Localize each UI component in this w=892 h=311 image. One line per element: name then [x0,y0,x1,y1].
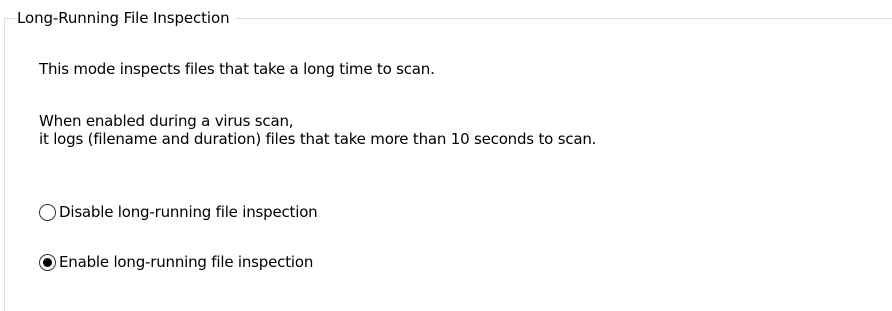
radio-button-checked[interactable] [39,253,56,271]
radio-button-unchecked[interactable] [39,203,56,221]
disable-inspection-label[interactable]: Disable long-running file inspection [59,203,318,221]
enable-inspection-label[interactable]: Enable long-running file inspection [59,253,313,271]
description-logs-text: it logs (filename and duration) files th… [39,130,597,148]
description-when-enabled-text: When enabled during a virus scan, [39,112,294,130]
disable-inspection-radio-option[interactable]: Disable long-running file inspection [39,202,318,222]
groupbox-title: Long-Running File Inspection [17,8,235,28]
description-mode-text: This mode inspects files that take a lon… [39,60,435,78]
enable-inspection-radio-option[interactable]: Enable long-running file inspection [39,252,313,272]
